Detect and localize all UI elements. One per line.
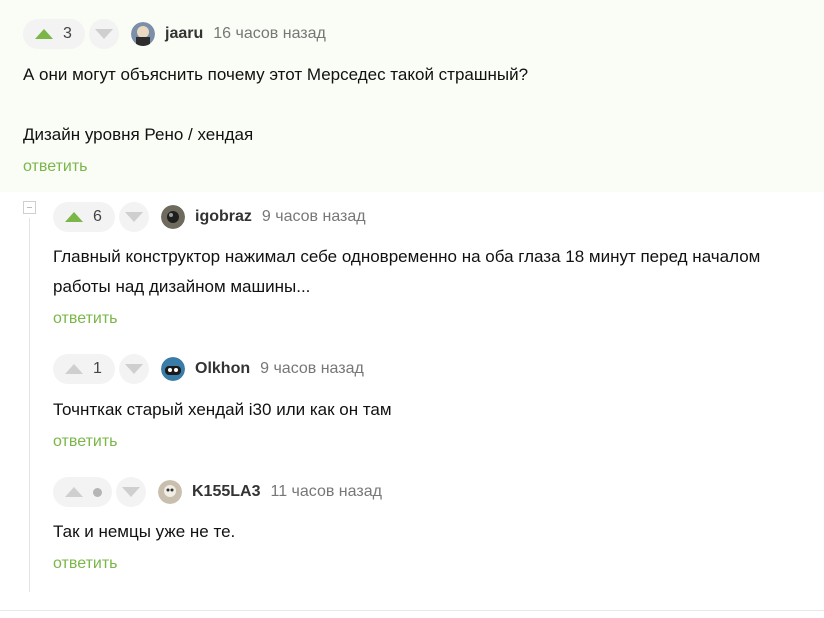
comment-text-line: Так и немцы уже не те. (53, 522, 236, 541)
comment-text-line: А они могут объяснить почему этот Мерсед… (23, 65, 529, 84)
upvote-arrow-icon[interactable] (65, 212, 83, 222)
downvote-button[interactable] (119, 354, 149, 384)
vote-widget: 3 (23, 19, 85, 49)
avatar-image-icon (131, 22, 155, 46)
downvote-button[interactable] (89, 19, 119, 49)
avatar-image-icon (158, 480, 182, 504)
comment-time[interactable]: 11 часов назад (270, 483, 381, 501)
vote-score: 3 (63, 25, 72, 42)
downvote-arrow-icon (95, 29, 113, 39)
comment-header: 1 Olkhon 9 часов назад (53, 353, 364, 385)
vote-score: 6 (93, 208, 102, 225)
vote-widget: 6 (53, 202, 115, 232)
username[interactable]: K155LA3 (192, 483, 260, 501)
downvote-arrow-icon (125, 212, 143, 222)
upvote-arrow-icon[interactable] (65, 487, 83, 497)
vote-widget: 1 (53, 354, 115, 384)
user-avatar[interactable] (161, 205, 185, 229)
comment-header: 3 jaaru 16 часов назад (23, 18, 326, 50)
reply-link[interactable]: ответить (23, 158, 88, 176)
username[interactable]: jaaru (165, 25, 203, 43)
vote-widget (53, 477, 112, 507)
score-hidden-dot-icon (93, 487, 102, 497)
comment-text-line: Дизайн уровня Рено / хендая (23, 125, 254, 144)
downvote-arrow-icon (125, 364, 143, 374)
reply-link[interactable]: ответить (53, 310, 118, 328)
reply-link[interactable]: ответить (53, 433, 118, 451)
user-avatar[interactable] (158, 480, 182, 504)
thread-line (29, 218, 30, 592)
avatar-image-icon (161, 357, 185, 381)
user-avatar[interactable] (131, 22, 155, 46)
comment-text-line: Точнткак старый хендай i30 или как он та… (53, 400, 392, 419)
comment-time[interactable]: 9 часов назад (262, 208, 366, 226)
upvote-arrow-icon[interactable] (35, 29, 53, 39)
vote-score: 1 (93, 360, 102, 377)
avatar-image-icon (161, 205, 185, 229)
comment-time[interactable]: 16 часов назад (213, 25, 326, 43)
downvote-button[interactable] (116, 477, 146, 507)
comment-text-line: работы над дизайном машины... (53, 277, 311, 296)
collapse-thread-icon[interactable] (23, 201, 36, 214)
divider (0, 610, 824, 611)
downvote-arrow-icon (122, 487, 140, 497)
comment-header: 6 igobraz 9 часов назад (53, 201, 366, 233)
upvote-arrow-icon[interactable] (65, 364, 83, 374)
comment-time[interactable]: 9 часов назад (260, 360, 364, 378)
reply-link[interactable]: ответить (53, 555, 118, 573)
username[interactable]: Olkhon (195, 360, 250, 378)
username[interactable]: igobraz (195, 208, 252, 226)
user-avatar[interactable] (161, 357, 185, 381)
comment-header: K155LA3 11 часов назад (53, 476, 382, 508)
downvote-button[interactable] (119, 202, 149, 232)
comment-text-line: Главный конструктор нажимал себе одновре… (53, 247, 761, 266)
